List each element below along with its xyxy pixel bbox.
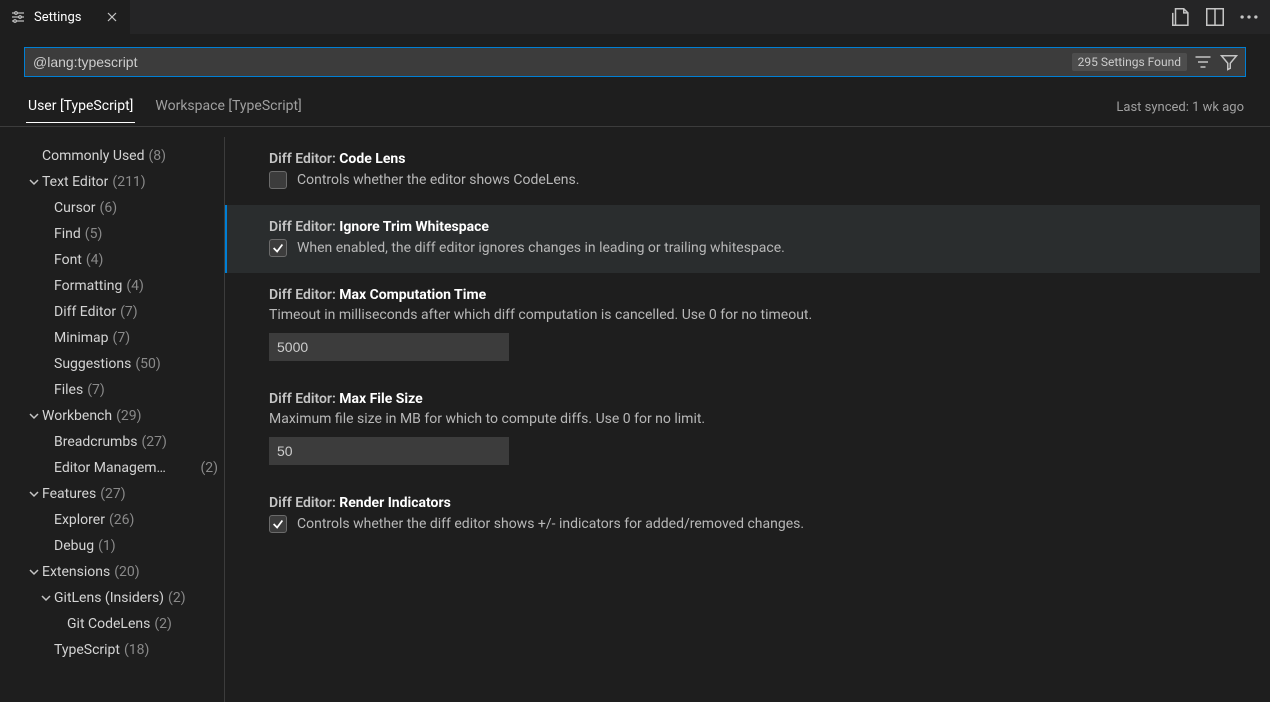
editor-actions xyxy=(1160,0,1270,34)
tab-title: Settings xyxy=(34,10,81,25)
setting-diff-max-file-size: Diff Editor: Max File Size Maximum file … xyxy=(225,377,1260,481)
tabstrip-spacer xyxy=(130,0,1160,34)
setting-desc: When enabled, the diff editor ignores ch… xyxy=(297,240,785,256)
toc-editor-management[interactable]: Editor Managem…(2) xyxy=(0,455,224,481)
toc-features[interactable]: Features (27) xyxy=(0,481,224,507)
toc-files[interactable]: Files(7) xyxy=(0,377,224,403)
setting-desc: Controls whether the diff editor shows +… xyxy=(297,516,804,532)
setting-title: Diff Editor: Code Lens xyxy=(269,151,1240,167)
toc-minimap[interactable]: Minimap(7) xyxy=(0,325,224,351)
setting-diff-code-lens: Diff Editor: Code Lens Controls whether … xyxy=(225,137,1260,205)
chevron-down-icon xyxy=(38,590,54,606)
setting-title: Diff Editor: Ignore Trim Whitespace xyxy=(269,219,1240,235)
toc-text-editor[interactable]: Text Editor (211) xyxy=(0,169,224,195)
toc-debug[interactable]: Debug(1) xyxy=(0,533,224,559)
toc-find[interactable]: Find(5) xyxy=(0,221,224,247)
more-actions-icon[interactable] xyxy=(1238,6,1260,28)
checkbox-ignore-trim[interactable] xyxy=(269,239,287,257)
clear-filters-icon[interactable] xyxy=(1193,52,1213,72)
chevron-down-icon xyxy=(26,174,42,190)
settings-list[interactable]: Diff Editor: Code Lens Controls whether … xyxy=(225,137,1270,702)
chevron-down-icon xyxy=(26,564,42,580)
toc-typescript[interactable]: TypeScript(18) xyxy=(0,637,224,663)
filter-icon[interactable] xyxy=(1219,52,1239,72)
settings-search-input[interactable] xyxy=(31,54,1072,70)
tab-settings[interactable]: Settings xyxy=(0,0,130,34)
toc-suggestions[interactable]: Suggestions(50) xyxy=(0,351,224,377)
input-max-computation-time[interactable] xyxy=(269,333,509,361)
setting-title: Diff Editor: Max Computation Time xyxy=(269,287,1240,303)
toc-workbench[interactable]: Workbench (29) xyxy=(0,403,224,429)
toc-font[interactable]: Font(4) xyxy=(0,247,224,273)
split-editor-icon[interactable] xyxy=(1204,6,1226,28)
toc-diff-editor[interactable]: Diff Editor(7) xyxy=(0,299,224,325)
settings-editor: 295 Settings Found User [TypeScript] Wor… xyxy=(0,35,1270,702)
open-settings-json-icon[interactable] xyxy=(1170,6,1192,28)
settings-tab-icon xyxy=(10,9,26,25)
setting-title: Diff Editor: Render Indicators xyxy=(269,495,1240,511)
scope-tab-user[interactable]: User [TypeScript] xyxy=(26,98,135,123)
toc-commonly-used[interactable]: Commonly Used (8) xyxy=(0,143,224,169)
settings-body: Commonly Used (8) Text Editor (211) Curs… xyxy=(0,127,1270,702)
editor-tabstrip: Settings xyxy=(0,0,1270,35)
toc-breadcrumbs[interactable]: Breadcrumbs(27) xyxy=(0,429,224,455)
settings-results-count: 295 Settings Found xyxy=(1072,53,1187,71)
toc-explorer[interactable]: Explorer(26) xyxy=(0,507,224,533)
setting-diff-ignore-trim: Diff Editor: Ignore Trim Whitespace When… xyxy=(225,205,1260,273)
chevron-down-icon xyxy=(26,486,42,502)
settings-search-row: 295 Settings Found xyxy=(0,35,1270,77)
toc-git-codelens[interactable]: Git CodeLens(2) xyxy=(0,611,224,637)
setting-diff-max-computation: Diff Editor: Max Computation Time Timeou… xyxy=(225,273,1260,377)
search-suffix: 295 Settings Found xyxy=(1072,52,1239,72)
settings-scope-row: User [TypeScript] Workspace [TypeScript]… xyxy=(0,95,1270,127)
checkbox-code-lens[interactable] xyxy=(269,171,287,189)
setting-desc: Timeout in milliseconds after which diff… xyxy=(269,307,1240,323)
setting-desc: Controls whether the editor shows CodeLe… xyxy=(297,172,579,188)
settings-toc: Commonly Used (8) Text Editor (211) Curs… xyxy=(0,137,225,702)
close-icon[interactable] xyxy=(104,9,120,25)
toc-extensions[interactable]: Extensions (20) xyxy=(0,559,224,585)
toc-cursor[interactable]: Cursor(6) xyxy=(0,195,224,221)
settings-sync-status[interactable]: Last synced: 1 wk ago xyxy=(1116,100,1244,121)
setting-diff-render-indicators: Diff Editor: Render Indicators Controls … xyxy=(225,481,1260,549)
chevron-down-icon xyxy=(26,408,42,424)
scope-tab-workspace[interactable]: Workspace [TypeScript] xyxy=(153,98,303,123)
input-max-file-size[interactable] xyxy=(269,437,509,465)
toc-formatting[interactable]: Formatting(4) xyxy=(0,273,224,299)
toc-gitlens[interactable]: GitLens (Insiders) (2) xyxy=(0,585,224,611)
checkbox-render-indicators[interactable] xyxy=(269,515,287,533)
setting-desc: Maximum file size in MB for which to com… xyxy=(269,411,1240,427)
setting-title: Diff Editor: Max File Size xyxy=(269,391,1240,407)
settings-search-box: 295 Settings Found xyxy=(24,47,1246,77)
